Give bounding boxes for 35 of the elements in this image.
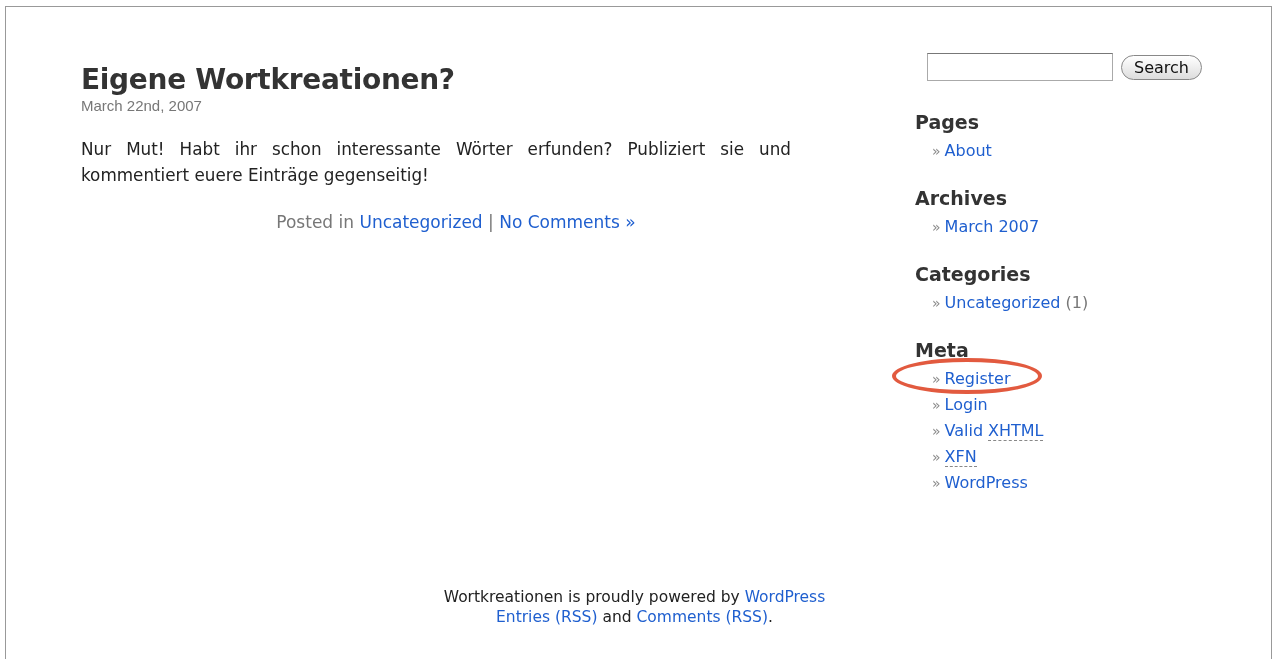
post-title: Eigene Wortkreationen? [81, 63, 456, 97]
post-meta: Posted in Uncategorized | No Comments » [275, 212, 637, 232]
link[interactable]: Valid [944, 421, 984, 440]
bullet-mark: » [932, 295, 941, 311]
link[interactable]: Entries (RSS) [496, 608, 598, 626]
link[interactable]: Comments (RSS) [636, 608, 768, 626]
link[interactable]: No Comments » [499, 212, 636, 232]
bullet-mark: » [932, 371, 941, 387]
link[interactable]: XHTML [987, 421, 1044, 441]
footer-text: Wortkreationen is proudly powered by WordPress [442, 587, 827, 607]
sidebar-heading: Archives [915, 187, 1008, 209]
post-date: March 22nd, 2007 [81, 97, 203, 114]
link[interactable]: Register [944, 369, 1011, 388]
link[interactable]: Uncategorized [359, 212, 483, 232]
link[interactable]: March 2007 [944, 217, 1040, 236]
search-button[interactable]: Search [1121, 54, 1202, 80]
link[interactable]: WordPress [744, 588, 826, 606]
post-count: (1) [1064, 293, 1089, 312]
sidebar-heading: Pages [915, 111, 981, 133]
bullet-mark: » [932, 475, 941, 491]
sidebar-heading: Meta [915, 339, 970, 361]
post-text: Nur Mut! Habt ihr schon interessante Wörter erfunden? Publiziert sie und kommentiert euere Einträge gegenseitig! [81, 138, 792, 187]
link[interactable]: About [944, 141, 992, 160]
link[interactable]: Uncategorized [944, 293, 1061, 312]
bullet-mark: » [932, 449, 941, 465]
link[interactable]: XFN [944, 447, 977, 467]
search-field[interactable] [927, 53, 1113, 81]
bullet-mark: » [932, 423, 941, 439]
bullet-mark: » [932, 219, 941, 235]
bullet-mark: » [932, 143, 941, 159]
link[interactable]: Login [944, 395, 988, 414]
footer-text: Entries (RSS) and Comments (RSS). [495, 607, 774, 627]
link[interactable]: WordPress [944, 473, 1028, 492]
bullet-mark: » [932, 397, 941, 413]
sidebar-heading: Categories [915, 263, 1032, 285]
